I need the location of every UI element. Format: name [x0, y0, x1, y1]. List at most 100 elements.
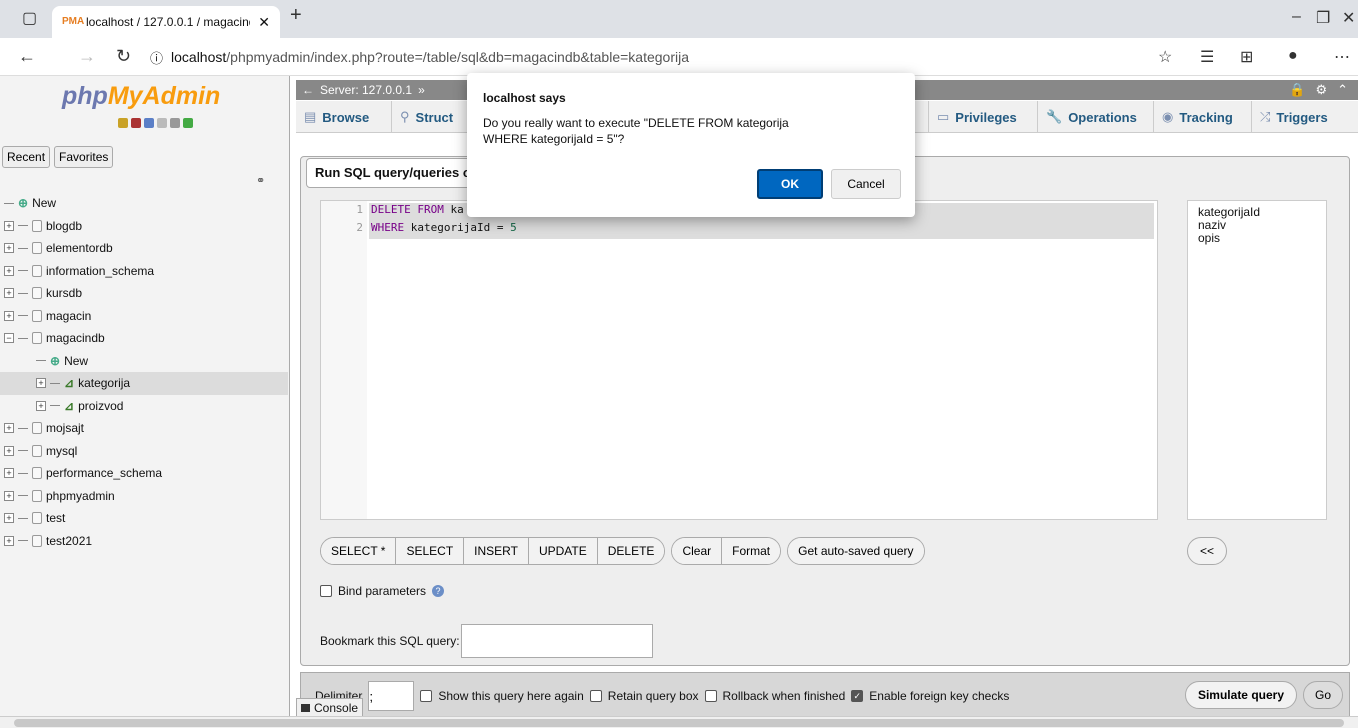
gear-icon[interactable]: ⚙ [1315, 82, 1327, 98]
show-again-checkbox[interactable] [420, 690, 433, 702]
server-breadcrumb[interactable]: Server: 127.0.0.1 [320, 83, 412, 97]
tree-item[interactable]: + mysql [0, 440, 288, 463]
go-button[interactable]: Go [1303, 681, 1343, 709]
reload-icon[interactable]: ↻ [116, 46, 131, 67]
tree-item[interactable]: + test [0, 507, 288, 530]
rollback-label: Rollback when finished [722, 689, 846, 703]
select-star-button[interactable]: SELECT * [321, 538, 397, 564]
horizontal-scrollbar[interactable] [0, 716, 1358, 728]
structure-icon: ⚲ [400, 109, 410, 124]
column-item[interactable]: opis [1198, 232, 1316, 245]
collapse-arrow-icon[interactable]: ← [302, 83, 314, 97]
collapse-icon[interactable]: − [4, 333, 14, 344]
insert-button[interactable]: INSERT [464, 538, 529, 564]
help-icon[interactable]: ? [432, 585, 445, 597]
tab-browse[interactable]: ▤ Browse [296, 101, 392, 133]
minimize-icon[interactable]: – [1292, 8, 1301, 26]
insert-column-button[interactable]: << [1187, 537, 1227, 565]
back-arrow-icon[interactable]: ← [18, 46, 36, 67]
collapse-up-icon[interactable]: ⌃ [1337, 82, 1348, 98]
expand-icon[interactable]: + [4, 513, 14, 524]
tree-item[interactable]: + mojsajt [0, 417, 288, 440]
rollback-checkbox[interactable] [704, 690, 717, 702]
expand-icon[interactable]: + [4, 220, 14, 231]
tree-item[interactable]: + ⊿ proizvod [0, 395, 288, 418]
bind-parameters-label: Bind parameters [338, 584, 427, 598]
tree-item[interactable]: + phpmyadmin [0, 485, 288, 508]
delete-button[interactable]: DELETE [597, 538, 665, 564]
expand-icon[interactable]: + [4, 288, 14, 299]
expand-icon[interactable]: + [36, 378, 46, 389]
auto-saved-query-button[interactable]: Get auto-saved query [788, 538, 924, 564]
logout-icon[interactable] [131, 118, 141, 128]
profile-avatar-icon[interactable]: ● [1288, 47, 1298, 65]
settings-icon[interactable] [170, 118, 180, 128]
expand-icon[interactable]: + [4, 445, 14, 456]
simulate-query-button[interactable]: Simulate query [1184, 681, 1297, 709]
retain-checkbox[interactable] [589, 690, 602, 702]
expand-icon[interactable]: + [4, 468, 14, 479]
tab-privileges[interactable]: ▭ Privileges [928, 101, 1038, 133]
tab-tracking[interactable]: ◉ Tracking [1154, 101, 1252, 133]
window-menu-icon[interactable]: ▢ [22, 8, 37, 28]
collections-icon[interactable]: ⊞ [1240, 47, 1253, 67]
browser-tab[interactable]: PMA localhost / 127.0.0.1 / magacindb / … [52, 6, 280, 38]
bind-parameters-checkbox[interactable] [320, 585, 332, 597]
tab-triggers[interactable]: ⤮ Triggers [1252, 101, 1358, 133]
link-icon[interactable]: ⚭ [256, 174, 265, 187]
database-icon [32, 422, 42, 435]
phpmyadmin-logo[interactable]: phpMyAdmin [62, 82, 220, 111]
select-button[interactable]: SELECT [396, 538, 465, 564]
docs-icon[interactable] [157, 118, 167, 128]
forward-arrow-icon[interactable]: → [78, 46, 96, 67]
tree-line [18, 450, 28, 452]
help-icon[interactable] [144, 118, 154, 128]
tab-structure[interactable]: ⚲ Struct [392, 101, 468, 133]
close-window-icon[interactable]: ✕ [1342, 8, 1355, 28]
tree-item[interactable]: + ⊿ kategorija [0, 372, 288, 395]
tree-item[interactable]: + information_schema [0, 260, 288, 283]
recent-button[interactable]: Recent [2, 146, 51, 168]
tree-item[interactable]: + performance_schema [0, 462, 288, 485]
address-bar[interactable]: ⓘ localhost/phpmyadmin/index.php?route=/… [150, 43, 1170, 71]
tree-item-label: New [32, 196, 57, 211]
bookmark-input[interactable] [460, 624, 653, 658]
expand-icon[interactable]: + [4, 265, 14, 276]
clear-button[interactable]: Clear [672, 538, 723, 564]
expand-icon[interactable]: + [4, 535, 14, 546]
more-menu-icon[interactable]: ⋯ [1334, 47, 1350, 67]
tree-item[interactable]: + kursdb [0, 282, 288, 305]
tree-item[interactable]: + elementordb [0, 237, 288, 260]
expand-icon[interactable]: + [4, 423, 14, 434]
format-button[interactable]: Format [722, 538, 781, 564]
tree-item[interactable]: ⊕ New [0, 192, 288, 215]
delimiter-input[interactable] [368, 681, 415, 711]
cancel-button[interactable]: Cancel [831, 169, 901, 199]
tab-operations[interactable]: 🔧 Operations [1038, 101, 1154, 133]
tree-item[interactable]: ⊕ New [0, 350, 288, 373]
restore-icon[interactable]: ❐ [1316, 8, 1330, 28]
favorites-button[interactable]: Favorites [54, 146, 114, 168]
foreign-key-checkbox[interactable]: ✓ [851, 690, 864, 702]
console-toggle[interactable]: Console [296, 698, 364, 718]
expand-icon[interactable]: + [4, 243, 14, 254]
columns-list[interactable]: kategorijaId naziv opis [1187, 200, 1327, 520]
new-tab-icon[interactable]: + [290, 4, 302, 27]
info-icon[interactable]: ⓘ [150, 48, 163, 67]
expand-icon[interactable]: + [4, 310, 14, 321]
expand-icon[interactable]: + [36, 400, 46, 411]
close-tab-icon[interactable]: ✕ [258, 14, 270, 31]
refresh-icon[interactable] [183, 118, 193, 128]
favorites-icon[interactable]: ☰ [1200, 47, 1214, 67]
home-icon[interactable] [118, 118, 128, 128]
sql-editor[interactable]: 1 2 DELETE FROM ka WHERE kategorijaId = … [320, 200, 1158, 520]
tree-item[interactable]: + blogdb [0, 215, 288, 238]
tree-item[interactable]: − magacindb [0, 327, 288, 350]
add-favorite-icon[interactable]: ☆ [1158, 47, 1172, 67]
expand-icon[interactable]: + [4, 490, 14, 501]
tree-item[interactable]: + magacin [0, 305, 288, 328]
sql-panel-title: Run SQL query/queries o [306, 158, 480, 188]
tree-item[interactable]: + test2021 [0, 530, 288, 553]
update-button[interactable]: UPDATE [528, 538, 598, 564]
ok-button[interactable]: OK [757, 169, 823, 199]
